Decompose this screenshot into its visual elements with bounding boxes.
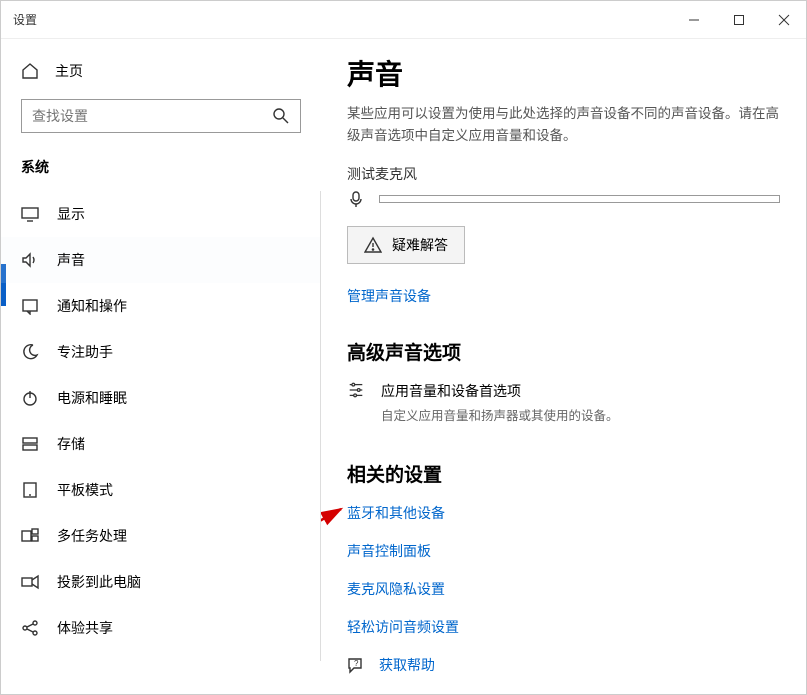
sidebar-item-label: 通知和操作 xyxy=(57,296,127,316)
sidebar-item-label: 声音 xyxy=(57,250,85,270)
sidebar-item-multitask[interactable]: 多任务处理 xyxy=(1,513,320,559)
search-box[interactable] xyxy=(21,99,301,133)
related-ease-audio-link[interactable]: 轻松访问音频设置 xyxy=(347,617,780,637)
moon-icon xyxy=(21,343,39,361)
related-mic-privacy-link[interactable]: 麦克风隐私设置 xyxy=(347,579,780,599)
sidebar-item-tablet[interactable]: 平板模式 xyxy=(1,467,320,513)
related-sound-panel-link[interactable]: 声音控制面板 xyxy=(347,541,780,561)
sidebar-item-label: 存储 xyxy=(57,434,85,454)
warning-icon xyxy=(364,236,382,254)
project-icon xyxy=(21,573,39,591)
manage-devices-link[interactable]: 管理声音设备 xyxy=(347,286,780,306)
get-help-link[interactable]: 获取帮助 xyxy=(379,655,435,675)
sidebar-item-sound[interactable]: 声音 xyxy=(1,237,320,283)
sidebar-item-focus[interactable]: 专注助手 xyxy=(1,329,320,375)
maximize-button[interactable] xyxy=(716,2,761,38)
advanced-heading: 高级声音选项 xyxy=(347,338,780,365)
sidebar-item-label: 显示 xyxy=(57,204,85,224)
home-icon xyxy=(21,62,39,80)
sidebar-item-storage[interactable]: 存储 xyxy=(1,421,320,467)
sidebar-item-display[interactable]: 显示 xyxy=(1,191,320,237)
related-heading: 相关的设置 xyxy=(347,460,780,487)
sidebar-item-shared[interactable]: 体验共享 xyxy=(1,605,320,651)
home-link[interactable]: 主页 xyxy=(1,51,321,91)
sidebar-item-label: 专注助手 xyxy=(57,342,113,362)
app-pref-desc: 自定义应用音量和扬声器或其使用的设备。 xyxy=(381,405,619,424)
multitask-icon xyxy=(21,527,39,545)
home-label: 主页 xyxy=(55,61,83,81)
share-icon xyxy=(21,619,39,637)
display-icon xyxy=(21,205,39,223)
storage-icon xyxy=(21,435,39,453)
app-volume-pref[interactable]: 应用音量和设备首选项 自定义应用音量和扬声器或其使用的设备。 xyxy=(347,381,780,424)
sidebar-item-label: 平板模式 xyxy=(57,480,113,500)
troubleshoot-label: 疑难解答 xyxy=(392,235,448,255)
sidebar-item-notifications[interactable]: 通知和操作 xyxy=(1,283,320,329)
sidebar-item-label: 体验共享 xyxy=(57,618,113,638)
power-icon xyxy=(21,389,39,407)
page-heading: 声音 xyxy=(347,53,780,93)
mic-level-bar xyxy=(379,195,780,203)
mic-icon xyxy=(347,190,365,208)
sound-icon xyxy=(21,251,39,269)
tablet-icon xyxy=(21,481,39,499)
sidebar-item-power[interactable]: 电源和睡眠 xyxy=(1,375,320,421)
sidebar-item-label: 投影到此电脑 xyxy=(57,572,141,592)
svg-text:?: ? xyxy=(354,659,359,668)
window-title: 设置 xyxy=(13,11,37,28)
sidebar-item-project[interactable]: 投影到此电脑 xyxy=(1,559,320,605)
sidebar-item-label: 电源和睡眠 xyxy=(57,388,127,408)
minimize-button[interactable] xyxy=(671,2,716,38)
page-description: 某些应用可以设置为使用与此处选择的声音设备不同的声音设备。请在高级声音选项中自定… xyxy=(347,103,780,146)
search-input[interactable] xyxy=(32,108,272,124)
notification-icon xyxy=(21,297,39,315)
sliders-icon xyxy=(347,381,365,399)
search-icon xyxy=(272,107,290,125)
sidebar-item-label: 多任务处理 xyxy=(57,526,127,546)
help-icon: ? xyxy=(347,656,365,674)
app-pref-title: 应用音量和设备首选项 xyxy=(381,381,619,401)
troubleshoot-button[interactable]: 疑难解答 xyxy=(347,226,465,264)
close-button[interactable] xyxy=(761,2,806,38)
section-label: 系统 xyxy=(1,151,321,191)
related-bluetooth-link[interactable]: 蓝牙和其他设备 xyxy=(347,503,780,523)
mic-test-label: 测试麦克风 xyxy=(347,164,780,184)
